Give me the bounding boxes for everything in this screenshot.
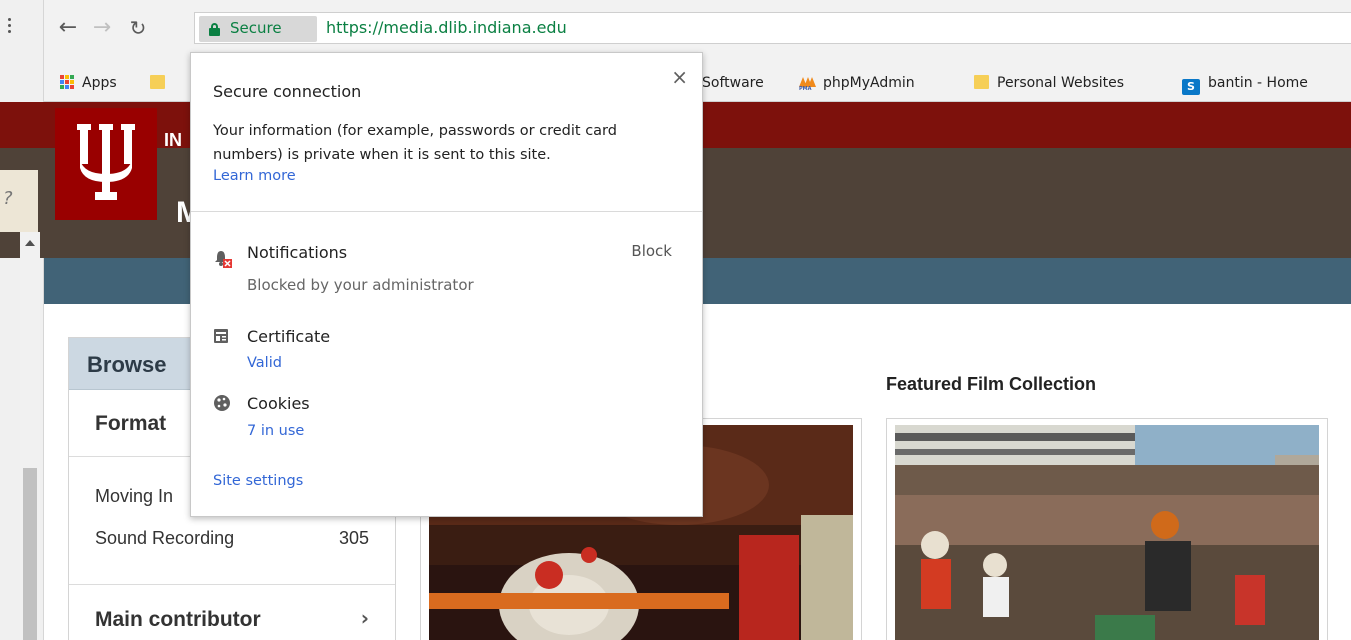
notifications-label: Notifications	[247, 243, 348, 262]
cookies-in-use-link[interactable]: 7 in use	[247, 423, 304, 439]
film-collection-thumbnail[interactable]	[895, 425, 1319, 640]
iu-trident-logo[interactable]	[55, 108, 157, 220]
bookmark-label: bantin - Home	[1208, 75, 1308, 91]
cookies-label: Cookies	[247, 394, 310, 413]
secure-chip[interactable]: Secure	[199, 16, 317, 42]
certificate-label: Certificate	[247, 327, 331, 346]
facet-item-moving-image[interactable]: Moving In	[95, 486, 173, 507]
scroll-up-arrow-icon[interactable]	[25, 240, 35, 246]
reload-icon[interactable]: ↻	[124, 14, 152, 42]
lock-icon	[209, 23, 220, 36]
phpmyadmin-icon: PMA	[798, 75, 816, 92]
back-arrow-icon[interactable]: ←	[54, 14, 82, 42]
cookies-icon	[213, 394, 231, 412]
chevron-right-icon[interactable]: ›	[361, 606, 369, 630]
bookmark-label: Personal Websites	[997, 75, 1125, 91]
certificate-valid-link[interactable]: Valid	[247, 355, 282, 371]
connection-description: Your information (for example, passwords…	[213, 123, 617, 163]
notifications-blocked-icon	[213, 249, 232, 268]
address-bar[interactable]: Secure https://media.dlib.indiana.edu	[194, 12, 1351, 44]
featured-card-right[interactable]	[886, 418, 1328, 640]
certificate-icon	[213, 328, 231, 346]
popup-divider	[191, 211, 702, 212]
apps-grid-icon	[60, 75, 76, 89]
bookmark-bantin-home[interactable]: Sbantin - Home	[1182, 75, 1308, 95]
site-info-popup: × Secure connection Your information (fo…	[190, 52, 703, 517]
notifications-status: Blocked by your administrator	[247, 276, 474, 294]
adjacent-window-strip: ?	[0, 0, 44, 640]
trident-icon	[77, 124, 135, 200]
sidebar-title: Browse	[87, 352, 167, 377]
learn-more-link[interactable]: Learn more	[213, 168, 296, 184]
bookmark-apps[interactable]: Apps	[60, 75, 117, 91]
bookmark-personal-websites[interactable]: Personal Websites	[974, 75, 1124, 91]
facet-divider	[69, 584, 395, 585]
url-text[interactable]: https://media.dlib.indiana.edu	[326, 18, 567, 37]
university-name-partial[interactable]: IN	[164, 130, 182, 151]
bookmark-label: Apps	[82, 75, 117, 91]
bookmark-label: Software	[702, 75, 764, 91]
bookmark-folder-hidden[interactable]	[150, 75, 173, 91]
thumbnail-image	[895, 425, 1319, 640]
question-icon: ?	[3, 188, 13, 209]
notifications-setting[interactable]: Block	[631, 242, 672, 260]
close-icon[interactable]: ×	[671, 67, 688, 87]
secure-label: Secure	[230, 19, 282, 37]
bookmark-phpmyadmin[interactable]: PMA phpMyAdmin	[798, 75, 915, 92]
sharepoint-icon: S	[1182, 79, 1200, 95]
scrollbar-thumb[interactable]	[23, 468, 37, 640]
folder-icon	[150, 75, 165, 89]
bookmark-label: phpMyAdmin	[823, 75, 915, 91]
facet-count: 305	[338, 528, 369, 548]
main-contributor-heading[interactable]: Main contributor	[95, 608, 261, 632]
kebab-menu-icon[interactable]	[8, 18, 12, 36]
popup-title: Secure connection	[213, 82, 362, 101]
adjacent-red-band	[0, 102, 44, 148]
site-settings-link[interactable]: Site settings	[213, 473, 303, 489]
forward-arrow-icon[interactable]: →	[88, 14, 116, 42]
facet-item-sound-recording[interactable]: Sound Recording	[95, 528, 234, 549]
folder-icon	[974, 75, 989, 89]
format-facet-heading[interactable]: Format	[95, 412, 166, 436]
featured-collection-heading: Featured Film Collection	[886, 374, 1097, 394]
bookmark-software[interactable]: Software	[702, 75, 764, 91]
